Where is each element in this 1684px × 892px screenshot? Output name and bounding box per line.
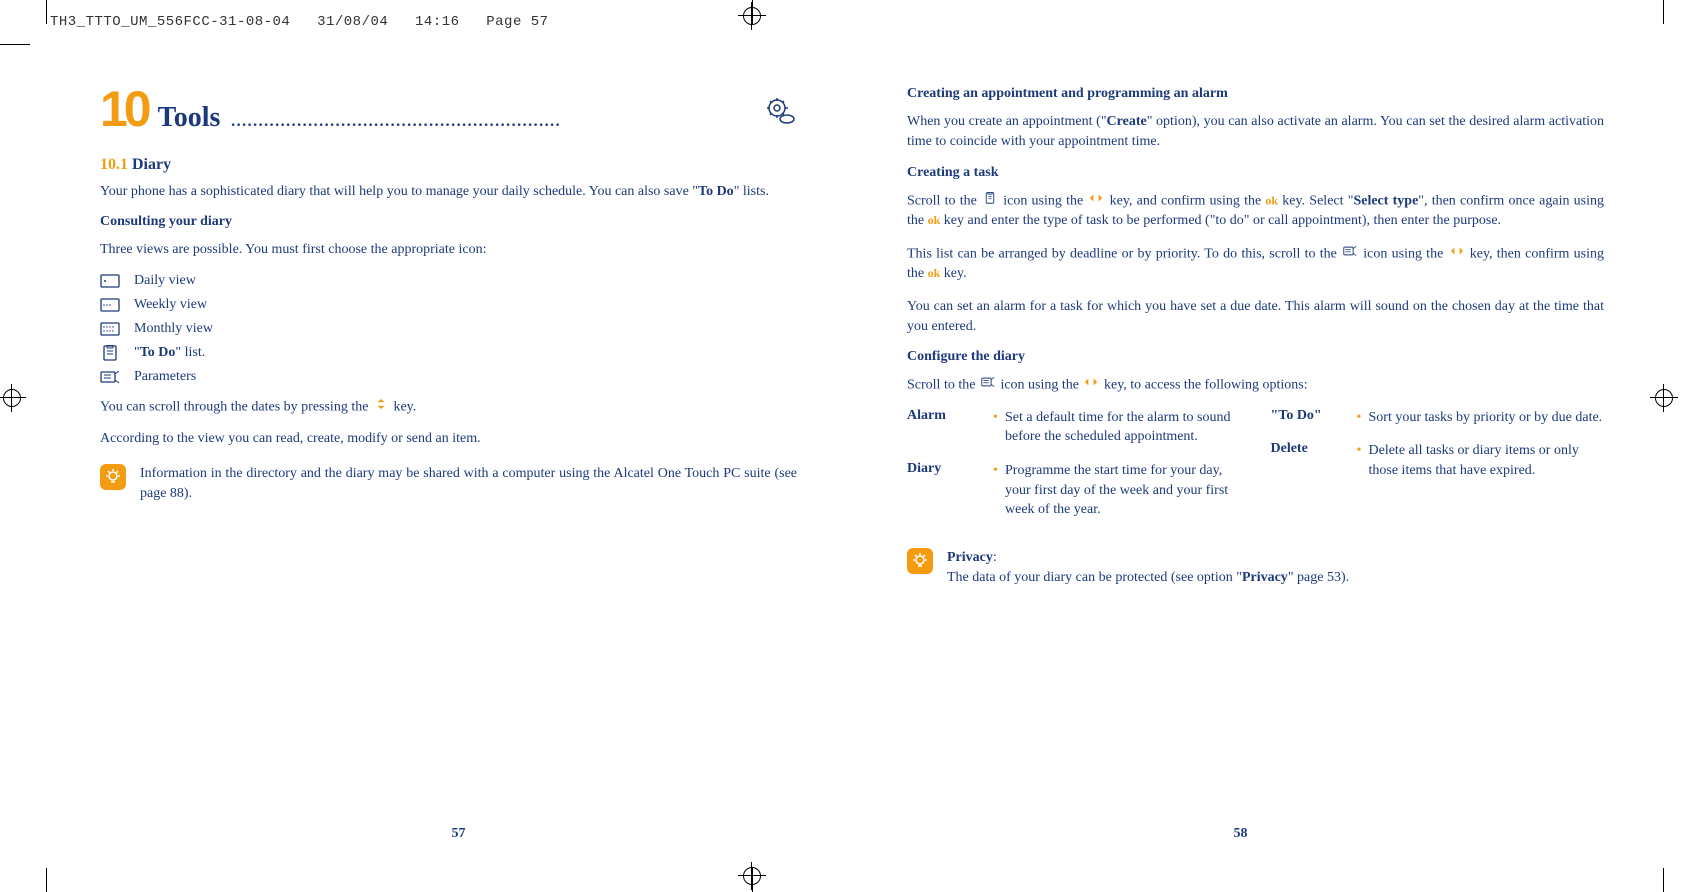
option-label: Alarm: [907, 408, 997, 447]
option-desc: • Sort your tasks by priority or by due …: [1361, 408, 1603, 428]
chapter-heading: 10 Tools ...............................…: [100, 80, 797, 138]
subheading-consulting: Consulting your diary: [100, 214, 797, 230]
subheading-configure: Configure the diary: [907, 349, 1604, 365]
registration-mark-icon: [1650, 384, 1678, 412]
registration-mark-icon: [738, 862, 766, 890]
leftright-key-icon: [1089, 191, 1103, 211]
weekly-view-icon: [100, 297, 120, 313]
page-58: Creating an appointment and programming …: [847, 60, 1634, 832]
crop-mark: [0, 44, 30, 45]
view-label: Weekly view: [134, 297, 207, 313]
option-label: Delete: [1271, 441, 1361, 480]
options-grid: Alarm • Set a default time for the alarm…: [907, 408, 1604, 534]
option-row: Delete • Delete all tasks or diary items…: [1271, 441, 1605, 480]
scroll-text: You can scroll through the dates by pres…: [100, 397, 797, 418]
print-header: TH3_TTTO_UM_556FCC-31-08-04 31/08/04 14:…: [50, 14, 549, 30]
according-text: According to the view you can read, crea…: [100, 429, 797, 449]
section-heading: 10.1 Diary: [100, 156, 797, 174]
crop-mark: [46, 0, 47, 24]
section-title: Diary: [132, 156, 171, 173]
ok-key-icon: ok: [1265, 193, 1278, 207]
view-icon-list: Daily view Weekly view Monthly view "To …: [100, 273, 797, 385]
option-desc: • Delete all tasks or diary items or onl…: [1361, 441, 1605, 480]
ok-key-icon: ok: [928, 266, 941, 280]
ok-key-icon: ok: [928, 213, 941, 227]
view-label: Monthly view: [134, 321, 213, 337]
page-number: 58: [1234, 826, 1248, 842]
section-number: 10.1: [100, 156, 128, 173]
daily-view-icon: [100, 273, 120, 289]
page-number: 57: [452, 826, 466, 842]
tip-text: Information in the directory and the dia…: [140, 464, 797, 505]
paragraph: You can set an alarm for a task for whic…: [907, 297, 1604, 338]
settings-list-icon: [1343, 244, 1357, 264]
chapter-title: Tools: [158, 102, 221, 134]
option-row: Alarm • Set a default time for the alarm…: [907, 408, 1241, 447]
monthly-view-icon: [100, 321, 120, 337]
tools-gear-icon: [763, 96, 797, 131]
updown-key-icon: [374, 397, 388, 417]
option-row: "To Do" • Sort your tasks by priority or…: [1271, 408, 1605, 428]
list-item: Monthly view: [100, 321, 797, 337]
option-label: Diary: [907, 461, 997, 520]
list-item: Weekly view: [100, 297, 797, 313]
settings-list-icon: [981, 375, 995, 395]
clipboard-icon: [983, 191, 997, 211]
intro-paragraph: Your phone has a sophisticated diary tha…: [100, 182, 797, 202]
paragraph: Scroll to the icon using the key, to acc…: [907, 375, 1604, 396]
chapter-number: 10: [100, 80, 148, 138]
subheading-creating-task: Creating a task: [907, 165, 1604, 181]
view-label: Parameters: [134, 369, 196, 385]
crop-mark: [1663, 868, 1664, 892]
paragraph: This list can be arranged by deadline or…: [907, 244, 1604, 285]
parameters-icon: [100, 369, 120, 385]
crop-mark: [46, 868, 47, 892]
paragraph: Scroll to the icon using the key, and co…: [907, 191, 1604, 232]
header-date: 31/08/04: [317, 14, 388, 30]
header-pageref: Page 57: [486, 14, 548, 30]
view-label: Daily view: [134, 273, 196, 289]
option-desc: • Set a default time for the alarm to so…: [997, 408, 1241, 447]
registration-mark-icon: [738, 2, 766, 30]
tip-box: Information in the directory and the dia…: [100, 464, 797, 505]
todo-list-icon: [100, 345, 120, 361]
option-row: Diary • Programme the start time for you…: [907, 461, 1241, 520]
leader-dots: ........................................…: [230, 106, 753, 132]
subheading-creating-appointment: Creating an appointment and programming …: [907, 86, 1604, 102]
option-label: "To Do": [1271, 408, 1361, 428]
list-item: Daily view: [100, 273, 797, 289]
page-57: 10 Tools ...............................…: [70, 60, 847, 832]
tip-box: Privacy: The data of your diary can be p…: [907, 548, 1604, 589]
list-item: Parameters: [100, 369, 797, 385]
tip-text: Privacy: The data of your diary can be p…: [947, 548, 1349, 589]
leftright-key-icon: [1084, 375, 1098, 395]
leftright-key-icon: [1450, 244, 1464, 264]
paragraph: When you create an appointment ("Create"…: [907, 112, 1604, 153]
consulting-text: Three views are possible. You must first…: [100, 240, 797, 260]
lightbulb-tip-icon: [907, 548, 933, 574]
registration-mark-icon: [0, 384, 26, 412]
option-desc: • Programme the start time for your day,…: [997, 461, 1241, 520]
list-item: "To Do" list.: [100, 345, 797, 361]
lightbulb-tip-icon: [100, 464, 126, 490]
header-time: 14:16: [415, 14, 460, 30]
crop-mark: [1663, 0, 1664, 24]
header-filename: TH3_TTTO_UM_556FCC-31-08-04: [50, 14, 290, 30]
view-label: "To Do" list.: [134, 345, 205, 361]
